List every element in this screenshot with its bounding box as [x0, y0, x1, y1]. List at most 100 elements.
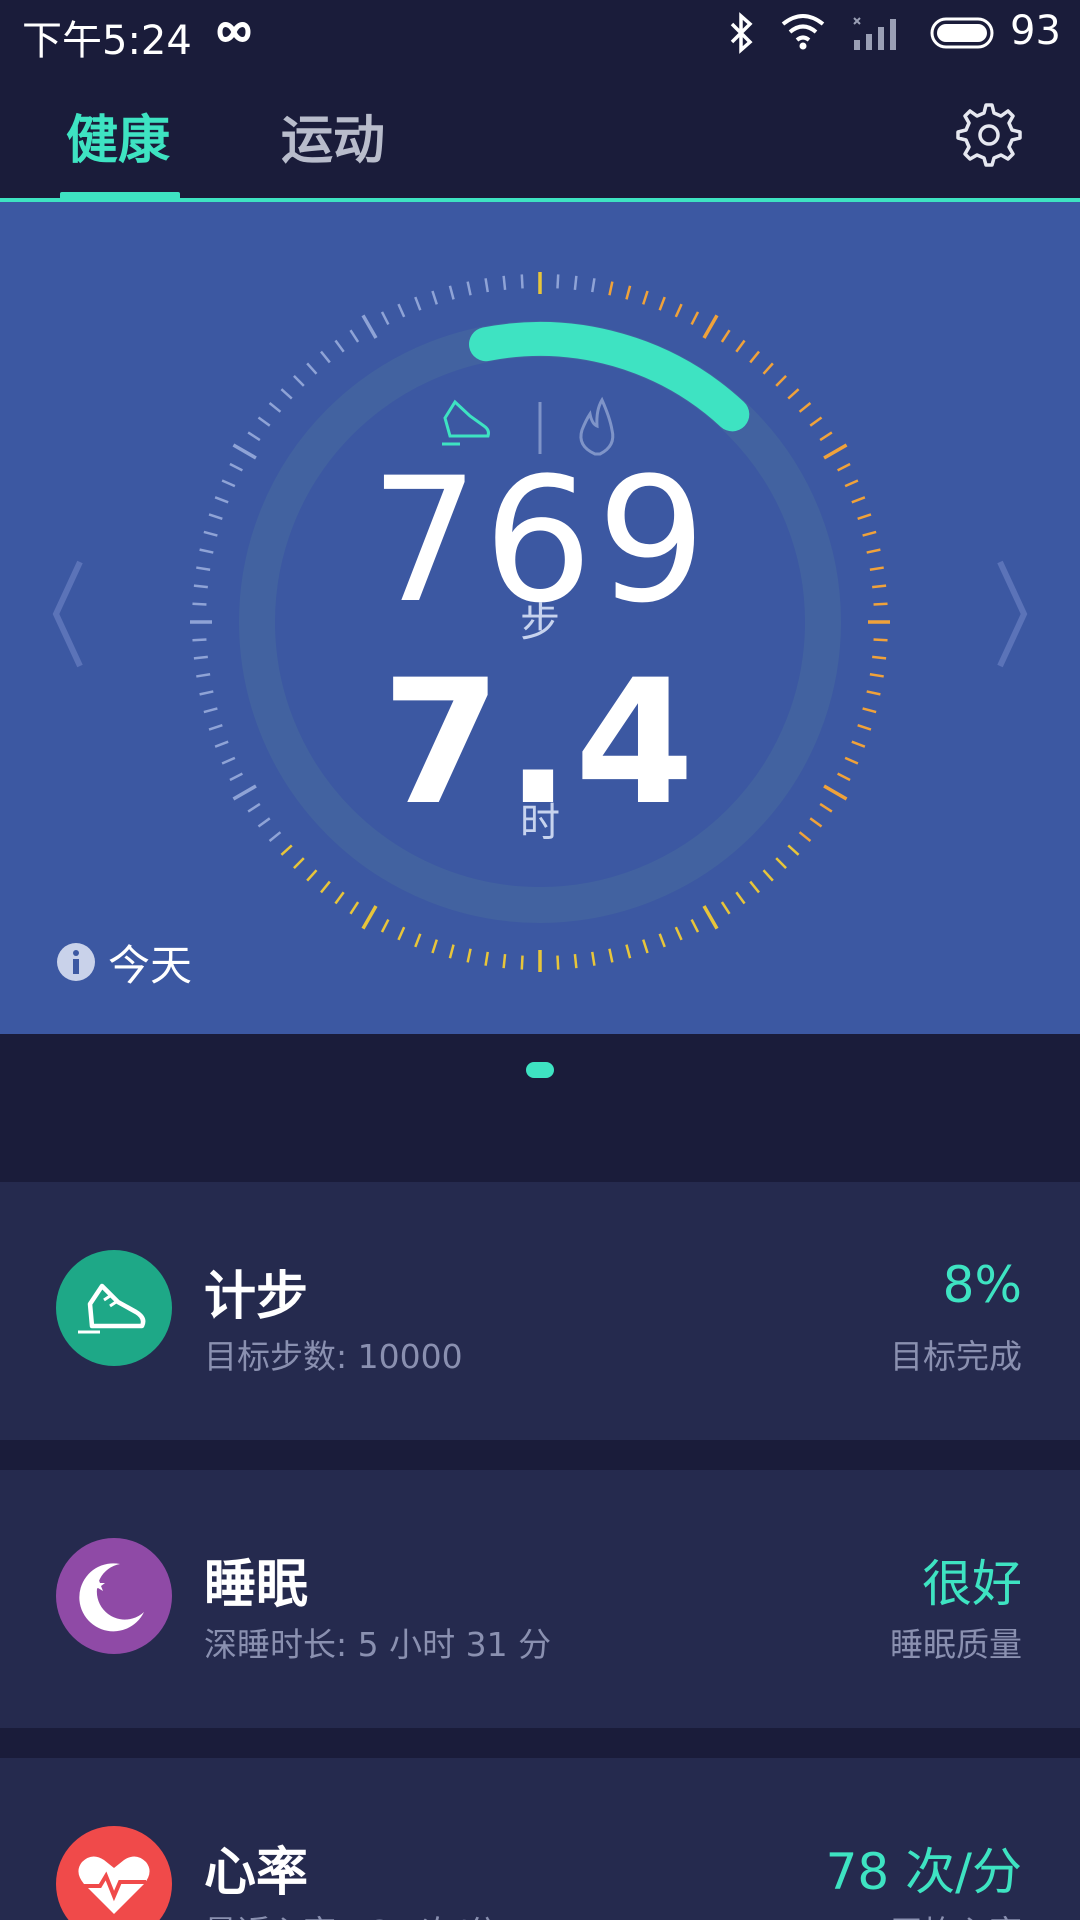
dial-tick — [591, 278, 596, 293]
dial-tick — [720, 901, 731, 915]
dial-tick — [749, 350, 760, 364]
hours-unit: 时 — [520, 800, 560, 846]
dial-tick — [431, 290, 438, 305]
dial-tick — [280, 388, 293, 400]
info-icon — [57, 943, 95, 981]
dial-tick — [735, 339, 746, 353]
steps-card-subtitle: 目标步数: 10000 — [204, 1337, 463, 1376]
dial-tick — [502, 275, 507, 290]
today-label-group[interactable]: 今天 — [56, 932, 192, 992]
heart-icon — [78, 1856, 150, 1914]
dial-tick — [293, 857, 305, 869]
sleep-card[interactable]: 睡眠 深睡时长: 5 小时 31 分 很好 睡眠质量 — [0, 1470, 1080, 1728]
dial-tick — [642, 290, 649, 305]
sleep-card-subtitle: 深睡时长: 5 小时 31 分 — [204, 1625, 552, 1664]
heart-card-value-label: 平均心率 — [890, 1906, 1022, 1920]
dial-tick — [293, 375, 305, 387]
dial-tick — [484, 951, 489, 966]
dial-tick — [702, 905, 719, 930]
tab-health[interactable]: 健康 — [66, 98, 170, 173]
status-time: 下午5:24 — [22, 18, 192, 64]
battery-level: 93 — [1010, 8, 1061, 54]
dial-tick — [720, 329, 731, 343]
dial-tick — [334, 339, 345, 353]
status-bar: 下午5:24 93 — [0, 0, 1080, 66]
dial-tick — [520, 955, 524, 970]
dial-tick — [361, 314, 378, 339]
steps-card[interactable]: 计步 目标步数: 10000 8% 目标完成 — [0, 1182, 1080, 1440]
dial-tick — [658, 296, 666, 311]
sleep-card-title: 睡眠 — [204, 1555, 309, 1615]
dial-tick — [448, 944, 455, 959]
wifi-icon — [781, 14, 825, 50]
pager-indicator — [526, 1062, 554, 1078]
dial-tick — [762, 869, 774, 882]
today-label: 今天 — [108, 940, 193, 990]
dial-tick — [466, 281, 472, 296]
moon-icon — [79, 1563, 144, 1632]
dial-tick — [556, 955, 560, 970]
heart-rate-card[interactable]: 心率 最近心率：81 次/分 78 次/分 平均心率 — [0, 1758, 1080, 1920]
dial-tick — [361, 905, 378, 930]
dial-tick — [658, 933, 666, 948]
dial-tick — [320, 880, 331, 894]
dial-tick — [448, 285, 455, 300]
dial-tick — [414, 296, 422, 311]
header-tabs: 健康 运动 — [0, 66, 1080, 202]
dial-tick — [268, 402, 282, 413]
steps-card-value-label: 目标完成 — [890, 1337, 1022, 1376]
gear-icon[interactable] — [954, 100, 1024, 170]
dial-tick — [380, 919, 390, 933]
dial-tick — [320, 350, 331, 364]
dial-tick — [556, 274, 560, 289]
dial-tick — [674, 303, 683, 318]
dial-tick — [306, 362, 318, 375]
dial-tick — [762, 362, 774, 375]
dial-tick — [819, 431, 833, 442]
dial-tick — [642, 939, 649, 954]
sleep-card-value-label: 睡眠质量 — [890, 1625, 1022, 1664]
dial-tick — [484, 278, 489, 293]
heart-card-icon-bg — [56, 1826, 172, 1920]
dial-tick — [787, 388, 800, 400]
shoe-icon — [442, 399, 490, 446]
dial-tick — [431, 939, 438, 954]
tab-sport[interactable]: 运动 — [281, 98, 385, 173]
dial-tick — [775, 375, 787, 387]
dial-tick — [608, 281, 614, 296]
dial-tick — [349, 329, 360, 343]
dial-tick — [502, 954, 507, 969]
dial-tick — [349, 901, 360, 915]
dial-tick — [775, 857, 787, 869]
dial-tick — [591, 951, 596, 966]
loop-icon — [217, 22, 251, 42]
dial-tick — [798, 402, 812, 413]
sleep-card-value: 很好 — [922, 1555, 1022, 1613]
dial-tick — [520, 274, 524, 289]
dial-tick — [608, 948, 614, 963]
dial-tick — [414, 933, 422, 948]
dial-tick — [334, 891, 345, 905]
battery-icon — [930, 17, 994, 49]
heart-card-value: 78 次/分 — [825, 1843, 1022, 1901]
heart-card-subtitle: 最近心率：81 次/分 — [204, 1906, 499, 1920]
signal-icon — [853, 17, 896, 50]
dial-tick — [247, 431, 261, 442]
dial-tick — [306, 869, 318, 882]
dial-tick — [466, 948, 472, 963]
dial-tick — [397, 303, 406, 318]
dial-tick — [809, 416, 823, 427]
dial-tick — [735, 891, 746, 905]
dial-tick — [625, 285, 632, 300]
dial-tick — [702, 314, 719, 339]
dial-tick — [749, 880, 760, 894]
dial-tick — [573, 954, 578, 969]
heart-card-title: 心率 — [204, 1843, 309, 1903]
dial-tick — [625, 944, 632, 959]
steps-card-title: 计步 — [204, 1267, 309, 1327]
dial-tick — [690, 919, 700, 933]
dial-tick — [690, 311, 700, 325]
bluetooth-icon — [730, 12, 753, 54]
steps-card-value: 8% — [942, 1256, 1022, 1314]
steps-card-icon-bg — [56, 1250, 172, 1366]
